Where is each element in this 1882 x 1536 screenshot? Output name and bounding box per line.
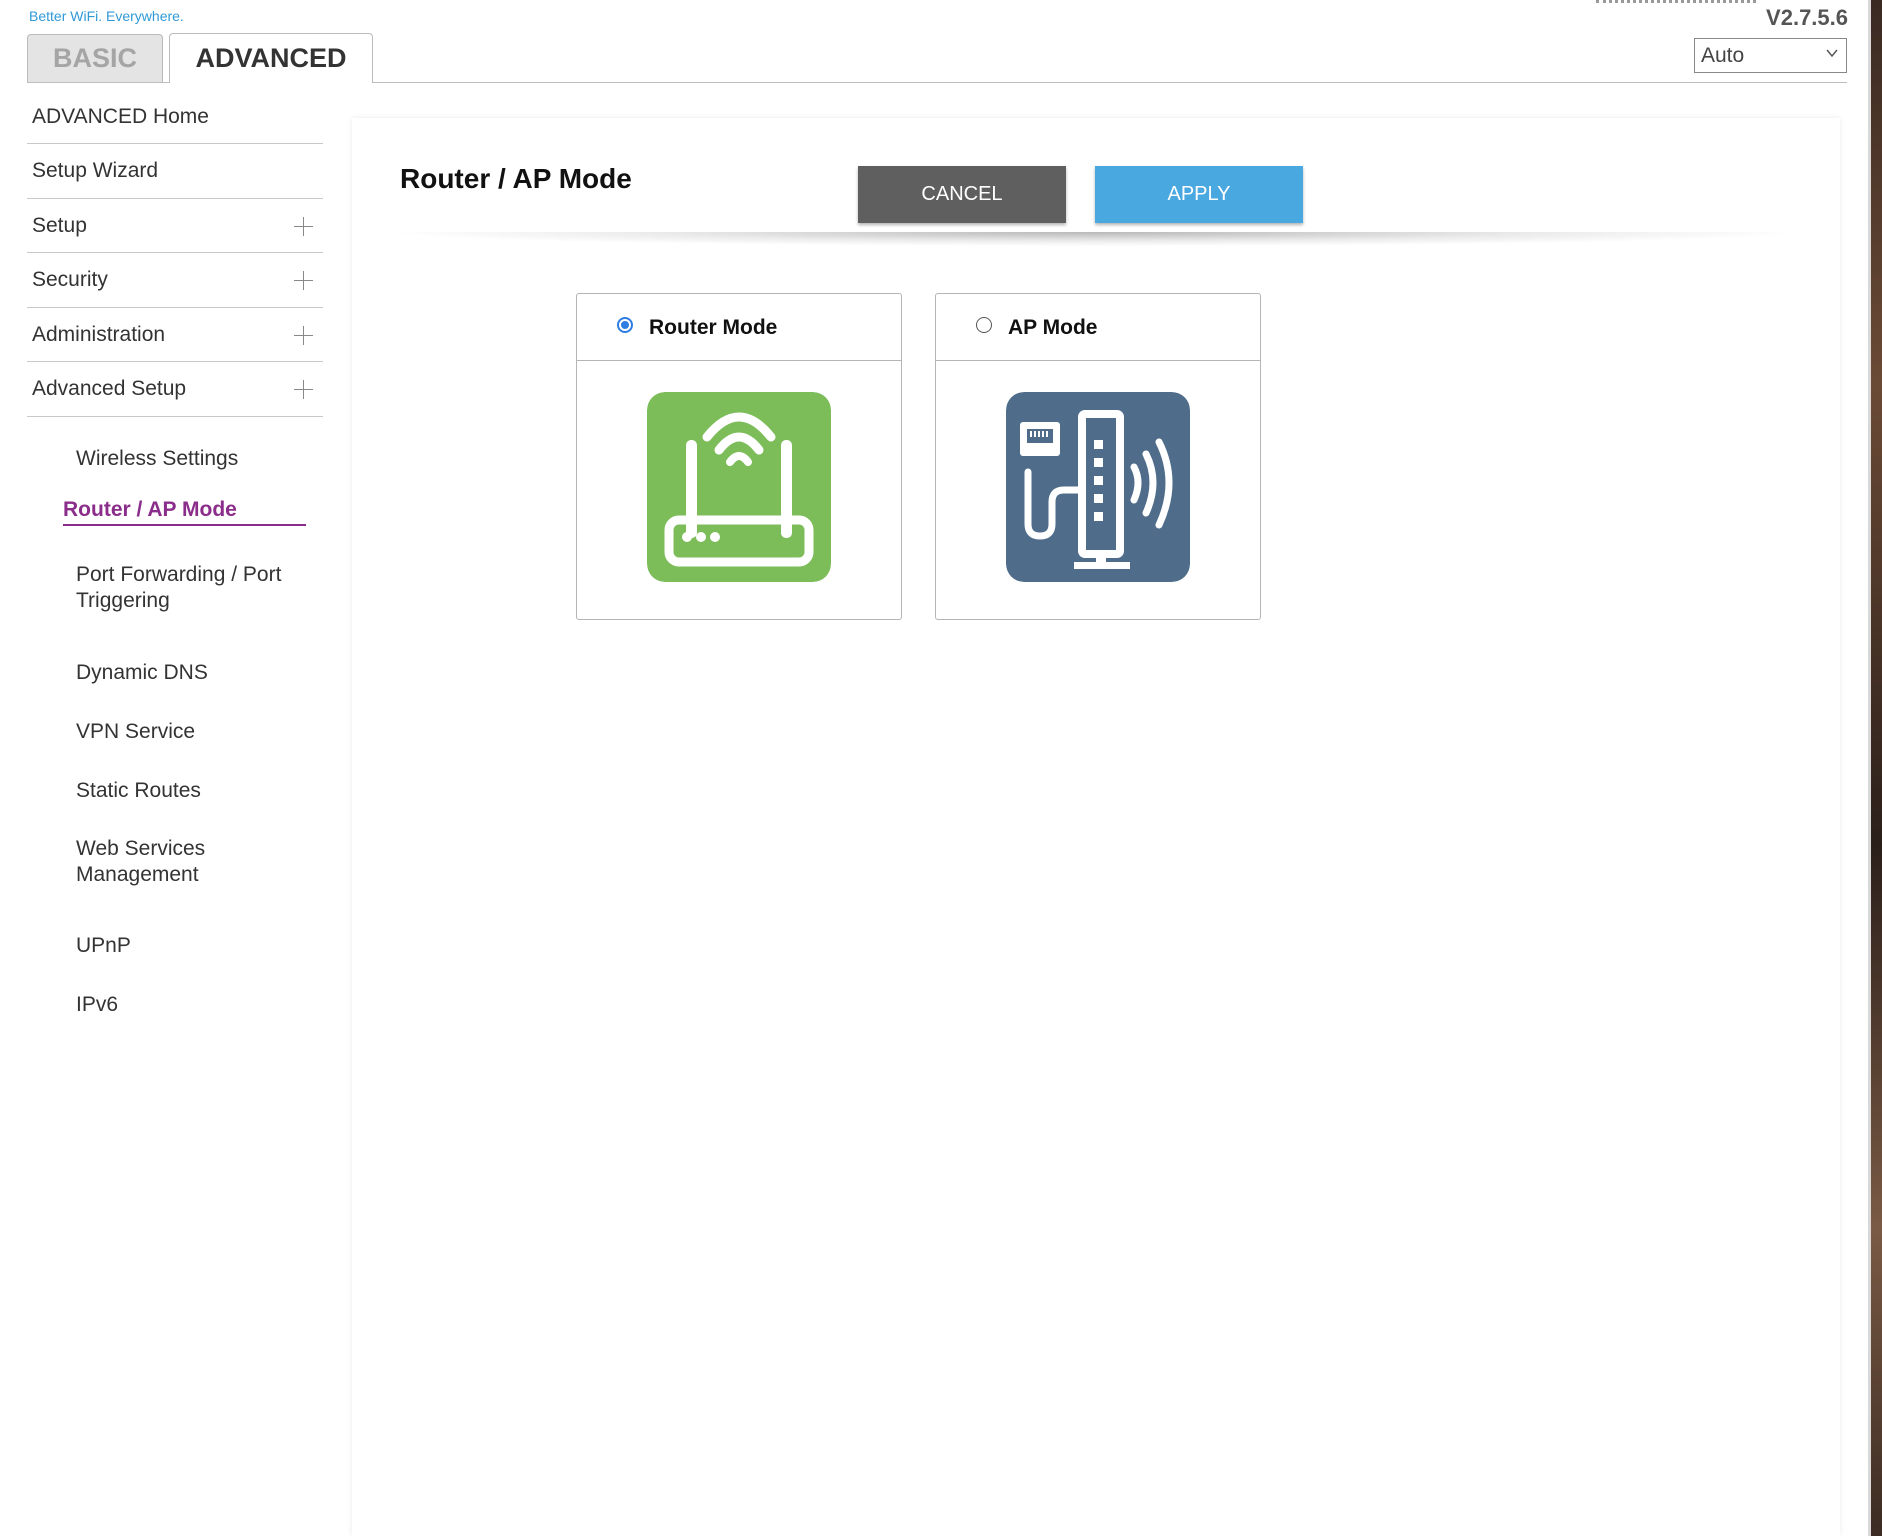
apply-button[interactable]: APPLY <box>1095 166 1303 223</box>
sidebar-subitem-wireless-settings[interactable]: Wireless Settings <box>76 446 316 472</box>
chevron-down-icon <box>1826 49 1838 58</box>
expand-plus-icon[interactable] <box>294 380 313 399</box>
sidebar-item-advanced-home[interactable]: ADVANCED Home <box>27 90 323 144</box>
brand-tagline: Better WiFi. Everywhere. <box>29 8 184 24</box>
sidebar-item-label: Security <box>32 268 108 291</box>
ap-mode-label: AP Mode <box>1008 316 1098 339</box>
ap-mode-header: AP Mode <box>936 294 1260 361</box>
sidebar-item-label: Administration <box>32 322 166 346</box>
tab-basic[interactable]: BASIC <box>27 34 163 82</box>
sidebar-subitem-vpn-service[interactable]: VPN Service <box>76 719 316 745</box>
language-select[interactable]: Auto <box>1694 38 1847 73</box>
sidebar-item-setup[interactable]: Setup <box>27 199 323 253</box>
sidebar-subitem-ipv6[interactable]: IPv6 <box>76 992 316 1018</box>
language-select-value: Auto <box>1701 43 1745 67</box>
page-title: Router / AP Mode <box>400 163 632 194</box>
sidebar-subitem-port-forwarding[interactable]: Port Forwarding / Port Triggering <box>76 562 316 614</box>
sidebar-subitem-upnp[interactable]: UPnP <box>76 933 316 959</box>
header-shadow-divider <box>400 232 1790 246</box>
sidebar-item-administration[interactable]: Administration <box>27 308 323 362</box>
ap-mode-radio[interactable] <box>976 317 992 333</box>
sidebar-subitem-dynamic-dns[interactable]: Dynamic DNS <box>76 660 316 686</box>
sidebar-subitem-router-ap-mode[interactable]: Router / AP Mode <box>63 498 306 526</box>
firmware-version: V2.7.5.6 <box>1766 5 1848 30</box>
sidebar-subitem-web-services[interactable]: Web Services Management <box>76 836 236 888</box>
router-mode-label: Router Mode <box>649 316 778 339</box>
sidebar-item-label: Advanced Setup <box>32 377 187 400</box>
ap-mode-card[interactable]: AP Mode <box>935 293 1261 620</box>
sidebar-item-label: Setup Wizard <box>32 159 159 182</box>
sidebar-item-advanced-setup[interactable]: Advanced Setup <box>27 362 323 417</box>
desktop-background <box>1871 0 1882 1536</box>
router-mode-header: Router Mode <box>577 294 901 361</box>
sidebar-item-setup-wizard[interactable]: Setup Wizard <box>27 144 323 199</box>
sidebar-subitem-static-routes[interactable]: Static Routes <box>76 778 316 804</box>
expand-plus-icon[interactable] <box>294 216 313 236</box>
expand-plus-icon[interactable] <box>294 271 313 290</box>
router-icon <box>647 392 831 582</box>
tab-advanced[interactable]: ADVANCED <box>169 33 373 83</box>
expand-plus-icon[interactable] <box>294 325 313 345</box>
access-point-icon <box>1006 392 1190 582</box>
sidebar-item-label: ADVANCED Home <box>32 104 209 128</box>
router-mode-radio[interactable] <box>617 317 633 333</box>
router-mode-card[interactable]: Router Mode <box>576 293 902 620</box>
cancel-button[interactable]: CANCEL <box>858 166 1066 223</box>
sidebar-item-label: Setup <box>32 213 87 237</box>
sidebar-item-security[interactable]: Security <box>27 253 323 308</box>
